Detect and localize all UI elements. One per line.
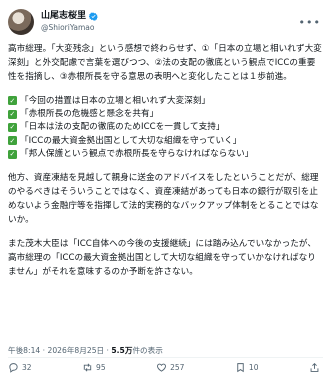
action-bar: 32 95 257 10 [8,362,323,373]
meta-separator: · [106,346,109,355]
checklist-item-text: 「日本は法の支配の徹底のためICCを一貫して支持」 [20,122,225,133]
checklist-item-text: 「邦人保護という観点で赤根所長を守らなければならない」 [20,149,254,160]
views-label: 件の表示 [132,346,163,355]
reply-icon [9,363,18,373]
avatar[interactable] [8,9,34,35]
check-mark-icon: ✓ [8,136,17,146]
author-names: 山尾志桜里 @ShioriYamao [41,11,98,33]
tweet: 山尾志桜里 @ShioriYamao ••• 高市総理。「大変残念」という感想で… [0,0,331,380]
share-icon [310,362,319,372]
tweet-body: 高市総理。「大変残念」という感想で終わらせず、①「日本の立場と相いれず大変深刻」… [8,42,323,279]
checklist-item: ✓ 「日本は法の支配の徹底のためICCを一貫して支持」 [8,121,323,134]
meta-separator: · [42,346,46,355]
like-count: 257 [170,363,185,372]
like-button[interactable]: 257 [156,362,184,373]
heart-icon [157,363,167,372]
bookmark-icon [237,363,244,373]
bookmark-count: 10 [248,363,259,372]
checklist-item: ✓ 「今回の措置は日本の立場と相いれず大変深刻」 [8,94,323,107]
retweet-button[interactable]: 95 [82,362,106,373]
tweet-header: 山尾志桜里 @ShioriYamao ••• [8,8,323,36]
tweet-meta: 午後8:14 · 2026年8月25日 · 5.5万件の表示 [8,345,163,356]
check-mark-icon: ✓ [8,96,17,106]
check-mark-icon: ✓ [8,122,17,132]
divider [8,357,323,358]
check-mark-icon: ✓ [8,109,17,119]
author-handle[interactable]: @ShioriYamao [41,22,98,33]
verified-badge-icon [89,12,98,21]
checklist-item: ✓ 「邦人保護という観点で赤根所長を守らなければならない」 [8,148,323,161]
more-icon[interactable]: ••• [299,16,321,29]
retweet-count: 95 [96,363,106,372]
checklist: ✓ 「今回の措置は日本の立場と相いれず大変深刻」 ✓ 「赤根所長の危機感と懸念を共有… [8,94,323,161]
reply-count: 32 [22,363,32,372]
display-name-text: 山尾志桜里 [41,11,87,21]
retweet-icon [83,363,92,372]
tweet-paragraph-2: 他方、資産凍結を見越して親身に送金のアドバイスをしたということだが、総理のやるべ… [8,172,319,225]
checklist-item-text: 「ICCの最大資金拠出国として大切な組織を守っていく」 [20,135,242,146]
check-mark-icon: ✓ [8,149,17,159]
checklist-item: ✓ 「赤根所長の危機感と懸念を共有」 [8,107,323,120]
tweet-time[interactable]: 午後8:14 [8,346,40,355]
tweet-date[interactable]: 2026年8月25日 [48,346,105,355]
author-display-name[interactable]: 山尾志桜里 [41,11,98,22]
bookmark-button[interactable]: 10 [235,362,259,373]
checklist-item-text: 「赤根所長の危機感と懸念を共有」 [20,109,159,120]
views-count: 5.5万 [111,346,133,355]
checklist-item: ✓ 「ICCの最大資金拠出国として大切な組織を守っていく」 [8,134,323,147]
tweet-paragraph-3: また茂木大臣は「ICC自体への今後の支援継続」には踏み込んでいなかったが、高市総… [8,238,316,277]
tweet-intro: 高市総理。「大変残念」という感想で終わらせず、①「日本の立場と相いれず大変深刻」… [8,44,322,82]
share-button[interactable] [309,362,323,373]
reply-button[interactable]: 32 [8,362,32,373]
checklist-item-text: 「今回の措置は日本の立場と相いれず大変深刻」 [20,95,211,106]
